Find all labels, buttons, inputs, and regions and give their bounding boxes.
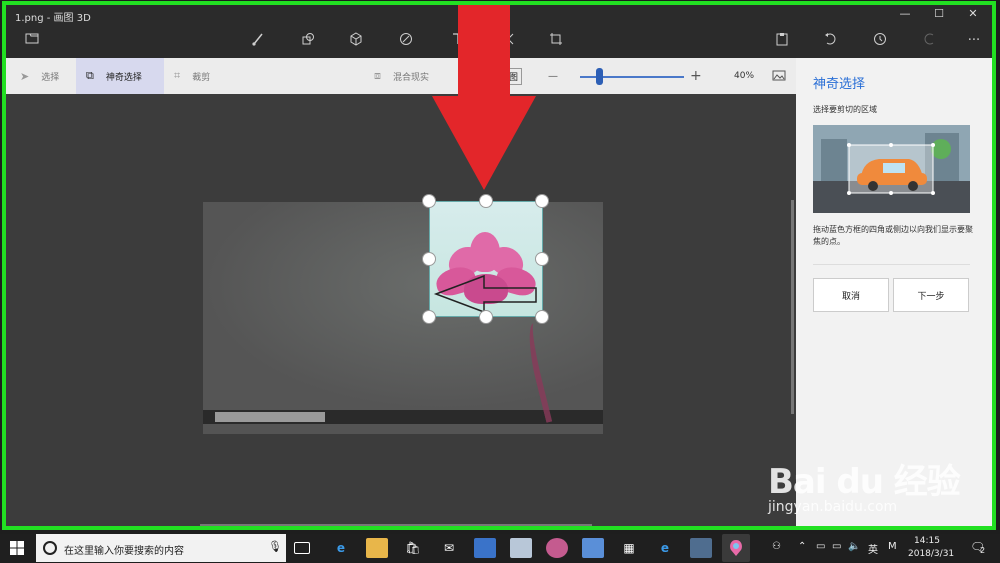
search-placeholder: 在这里输入你要搜索的内容 bbox=[64, 546, 184, 557]
paint3d-window: 1.png - 画图 3D — ☐ ✕ ··· ➤ 选择 ⧉ 神奇选择 ⌗ 裁剪… bbox=[0, 0, 1000, 562]
cortana-icon bbox=[43, 541, 57, 555]
network-icon[interactable]: ▭ bbox=[816, 541, 825, 552]
microphone-icon[interactable]: 🎙 bbox=[268, 540, 282, 553]
people-icon[interactable]: ⚇ bbox=[772, 541, 781, 552]
folder-icon[interactable] bbox=[22, 32, 42, 50]
taskbar-search-box[interactable]: 在这里输入你要搜索的内容 🎙 bbox=[36, 534, 286, 562]
ie-browser-icon[interactable]: e bbox=[654, 538, 676, 558]
undo-icon[interactable] bbox=[820, 32, 840, 50]
window-title: 1.png - 画图 3D bbox=[15, 13, 91, 24]
mixed-reality-icon: ⧈ bbox=[374, 69, 381, 82]
clock-date[interactable]: 2018/3/31 bbox=[908, 549, 954, 559]
cancel-button[interactable]: 取消 bbox=[813, 278, 889, 312]
selection-toolbar: ➤ 选择 ⧉ 神奇选择 ⌗ 裁剪 ⧈ 混合现实 ▷ 3D 视图 — + 40% bbox=[6, 58, 796, 94]
select-label: 选择 bbox=[41, 72, 60, 83]
vertical-scrollbar[interactable] bbox=[791, 200, 794, 414]
3d-shapes-icon[interactable] bbox=[346, 32, 366, 50]
redo-icon[interactable] bbox=[920, 32, 940, 50]
horizontal-scrollbar[interactable] bbox=[200, 524, 592, 527]
minimize-button[interactable]: — bbox=[890, 7, 920, 20]
zoom-slider-thumb[interactable] bbox=[596, 68, 603, 85]
edge-browser-icon[interactable]: e bbox=[330, 538, 352, 558]
close-button[interactable]: ✕ bbox=[958, 7, 988, 20]
panel-description: 拖动蓝色方框的四角或侧边以向我们显示要聚焦的点。 bbox=[813, 225, 973, 246]
system-tray: ⚇ ⌃ ▭ ▭ 🔈 英 M 14:15 2018/3/31 🗨 2 bbox=[770, 534, 1000, 562]
battery-icon[interactable]: ▭ bbox=[832, 541, 841, 552]
maximize-button[interactable]: ☐ bbox=[924, 7, 954, 20]
selection-handle-bottom[interactable] bbox=[479, 310, 493, 324]
zoom-level: 40% bbox=[734, 71, 755, 81]
embedded-searchbox-image bbox=[215, 412, 325, 422]
mixed-reality-label: 混合现实 bbox=[393, 72, 430, 83]
panel-divider bbox=[813, 264, 970, 265]
notification-count: 2 bbox=[980, 546, 986, 555]
crop-label: 裁剪 bbox=[192, 72, 211, 83]
selection-handle-bottom-right[interactable] bbox=[535, 310, 549, 324]
volume-icon[interactable]: 🔈 bbox=[848, 541, 860, 552]
selection-handle-bottom-left[interactable] bbox=[422, 310, 436, 324]
arrow-shape-outline bbox=[433, 274, 537, 314]
notepad-icon[interactable] bbox=[582, 538, 604, 558]
selection-handle-top-right[interactable] bbox=[535, 194, 549, 208]
select-tool[interactable]: ➤ 选择 bbox=[16, 58, 76, 94]
baidu-jingyan-watermark: Bai du 经验 jingyan.baidu.com bbox=[768, 454, 961, 515]
more-icon[interactable]: ··· bbox=[964, 32, 984, 50]
next-button[interactable]: 下一步 bbox=[893, 278, 969, 312]
screenshot-tool-icon[interactable] bbox=[510, 538, 532, 558]
magic-select-tool[interactable]: ⧉ 神奇选择 bbox=[76, 58, 164, 94]
file-explorer-icon[interactable] bbox=[366, 538, 388, 558]
calculator-icon[interactable]: ▦ bbox=[618, 538, 640, 558]
paint-app-icon[interactable] bbox=[546, 538, 568, 558]
mail-icon[interactable]: ✉ bbox=[438, 538, 460, 558]
drawing-canvas[interactable] bbox=[6, 94, 796, 530]
history-icon[interactable] bbox=[870, 32, 890, 50]
panel-title: 神奇选择 bbox=[813, 77, 866, 92]
crop-icon: ⌗ bbox=[174, 69, 181, 82]
selection-handle-top[interactable] bbox=[479, 194, 493, 208]
stickers-icon[interactable] bbox=[396, 32, 416, 50]
brush-icon[interactable] bbox=[248, 32, 268, 50]
windows-taskbar: 在这里输入你要搜索的内容 🎙 e 🛍 ✉ ▦ e ⚇ ⌃ ▭ ▭ 🔈 英 M 1… bbox=[0, 534, 1000, 562]
selection-handle-left[interactable] bbox=[422, 252, 436, 266]
ime-indicator[interactable]: M bbox=[888, 541, 897, 552]
panel-subtitle: 选择要剪切的区域 bbox=[813, 105, 877, 114]
car-illustration bbox=[813, 125, 970, 213]
task-view-icon[interactable] bbox=[294, 542, 310, 554]
2d-shapes-icon[interactable] bbox=[298, 32, 318, 50]
zoom-out-button[interactable]: — bbox=[548, 58, 562, 94]
clock-time[interactable]: 14:15 bbox=[914, 536, 940, 546]
paint-classic-icon[interactable] bbox=[690, 538, 712, 558]
zoom-in-button[interactable]: + bbox=[690, 58, 704, 94]
watermark-logo-text: Bai du 经验 bbox=[768, 462, 961, 502]
remote-desktop-icon[interactable] bbox=[474, 538, 496, 558]
paste-icon[interactable] bbox=[772, 32, 792, 50]
image-view-icon[interactable] bbox=[772, 58, 792, 94]
tray-chevron-icon[interactable]: ⌃ bbox=[798, 541, 806, 552]
magic-select-label: 神奇选择 bbox=[105, 72, 142, 83]
canvas-icon[interactable] bbox=[546, 32, 566, 50]
paint3d-taskbar-icon[interactable] bbox=[722, 534, 750, 562]
language-indicator[interactable]: 英 bbox=[868, 541, 878, 556]
store-icon[interactable]: 🛍 bbox=[402, 538, 424, 558]
crop-tool[interactable]: ⌗ 裁剪 bbox=[174, 58, 234, 94]
cursor-icon: ➤ bbox=[20, 69, 30, 83]
selection-handle-right[interactable] bbox=[535, 252, 549, 266]
selection-handle-top-left[interactable] bbox=[422, 194, 436, 208]
red-annotation-arrow bbox=[432, 4, 536, 190]
magic-select-icon: ⧉ bbox=[86, 69, 94, 82]
windows-start-icon[interactable] bbox=[10, 541, 24, 555]
